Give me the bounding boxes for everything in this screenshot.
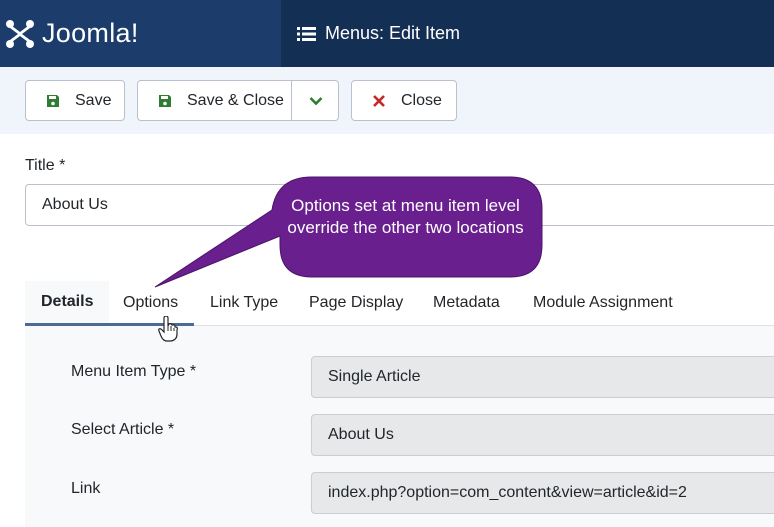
tab-metadata[interactable]: Metadata [433, 281, 500, 325]
joomla-logo[interactable]: Joomla! [0, 0, 281, 67]
close-button-label: Close [401, 91, 442, 109]
toolbar: Save Save & Close Close [0, 67, 774, 134]
tab-page-display[interactable]: Page Display [309, 281, 403, 325]
tab-details[interactable]: Details [25, 281, 110, 326]
title-label: Title * [25, 157, 66, 174]
page-title-container: Menus: Edit Item [297, 0, 460, 67]
page-title: Menus: Edit Item [325, 23, 461, 43]
hand-cursor-icon [158, 316, 178, 342]
menu-item-type-label: Menu Item Type * [71, 363, 197, 380]
brand-name: Joomla! [42, 18, 139, 48]
save-close-button-label: Save & Close [187, 91, 284, 109]
select-article-field[interactable]: About Us [311, 414, 774, 456]
joomla-logo-icon [6, 19, 34, 48]
app-header: Joomla! Menus: Edit Item [0, 0, 774, 67]
tab-bar: Details Options Link Type Page Display M… [25, 281, 774, 326]
menu-item-type-field[interactable]: Single Article [311, 356, 774, 398]
save-icon [159, 94, 171, 107]
close-button[interactable]: Close [351, 80, 457, 121]
link-field[interactable]: index.php?option=com_content&view=articl… [311, 472, 774, 514]
callout-text: Options set at menu item level override … [287, 196, 524, 237]
chevron-down-icon [309, 96, 322, 105]
save-button-label: Save [75, 91, 112, 109]
save-button[interactable]: Save [25, 80, 125, 121]
save-icon [47, 94, 59, 107]
tab-module-assignment[interactable]: Module Assignment [533, 281, 673, 325]
close-icon [373, 94, 385, 107]
list-icon [297, 26, 316, 41]
tab-link-type[interactable]: Link Type [210, 281, 278, 325]
link-label: Link [71, 480, 101, 497]
save-options-dropdown-toggle[interactable] [291, 80, 339, 121]
select-article-label: Select Article * [71, 421, 175, 438]
